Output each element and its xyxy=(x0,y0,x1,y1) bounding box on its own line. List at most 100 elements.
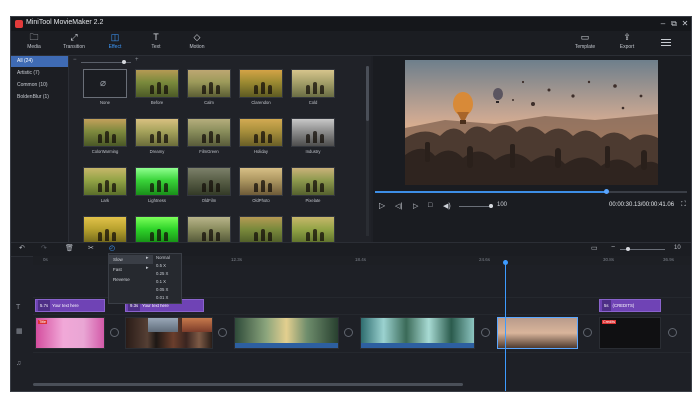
effect-thumb-none[interactable]: ⌀ xyxy=(83,69,127,98)
tab-motion[interactable]: ◇ Motion xyxy=(180,33,214,53)
figure-silhouette xyxy=(254,134,258,143)
credits-clip[interactable]: 5s (CREDITS) xyxy=(599,299,661,312)
figure-silhouette xyxy=(306,134,310,143)
transition-slot-icon[interactable] xyxy=(110,328,119,337)
effects-scrollbar[interactable] xyxy=(366,66,369,236)
effect-thumb-lark[interactable] xyxy=(83,167,127,196)
video-clip-balloons[interactable] xyxy=(497,317,578,349)
tab-media[interactable]: 🗀 Media xyxy=(17,33,51,53)
effect-thumb-oldfilm[interactable] xyxy=(187,167,231,196)
effect-thumb-colorwarming[interactable] xyxy=(83,118,127,147)
effect-thumb-lightness[interactable] xyxy=(135,167,179,196)
speed-option[interactable]: 0.5 X xyxy=(153,262,181,270)
play-icon[interactable]: ▷ xyxy=(379,201,385,210)
transition-slot-icon[interactable] xyxy=(481,328,490,337)
app-title: MiniTool MovieMaker 2.2 xyxy=(26,19,104,26)
motion-icon: ◇ xyxy=(193,32,201,42)
zoom-out-icon[interactable]: − xyxy=(611,244,615,251)
effect-thumb-pixelate[interactable] xyxy=(291,167,335,196)
tab-transition[interactable]: ⤢ Transition xyxy=(57,33,91,53)
export-button[interactable]: ⇪ Export xyxy=(610,33,644,53)
figure-silhouette xyxy=(202,85,206,94)
category-common[interactable]: Common (10) xyxy=(11,80,68,91)
figure-silhouette xyxy=(164,232,168,241)
progress-knob[interactable] xyxy=(603,189,609,194)
effect-thumb-item[interactable] xyxy=(291,216,335,245)
effect-thumb-cold[interactable] xyxy=(291,69,335,98)
effect-label: Lark xyxy=(100,198,110,203)
video-clip-title[interactable]: Title xyxy=(35,317,105,349)
stop-icon[interactable]: □ xyxy=(428,202,432,209)
music-track-icon: ♫ xyxy=(16,360,22,367)
effect-thumb-industry[interactable] xyxy=(291,118,335,147)
effect-thumb-clarendon[interactable] xyxy=(239,69,283,98)
figure-silhouette xyxy=(320,183,324,192)
redo-icon[interactable]: ↷ xyxy=(41,244,47,252)
playback-progress[interactable] xyxy=(375,189,687,194)
figure-silhouette xyxy=(157,229,161,241)
timeline-scrollbar[interactable] xyxy=(33,383,463,386)
video-clip-credits[interactable]: Credits xyxy=(599,317,661,349)
transition-slot-icon[interactable] xyxy=(218,328,227,337)
folder-icon: 🗀 xyxy=(29,32,39,42)
figure-silhouette xyxy=(112,134,116,143)
hamburger-icon[interactable] xyxy=(661,39,671,46)
speed-option[interactable]: 0.1 X xyxy=(153,278,181,286)
fit-icon[interactable]: ▭ xyxy=(591,244,598,252)
effect-thumb-item[interactable] xyxy=(239,216,283,245)
effect-label: Pixelate xyxy=(305,198,321,203)
template-icon: ▭ xyxy=(580,32,590,42)
fullscreen-icon[interactable]: ⛶ xyxy=(681,201,686,209)
thumb-size-slider[interactable]: − + xyxy=(73,57,173,66)
effect-thumb-item[interactable] xyxy=(83,216,127,245)
delete-icon[interactable]: 🗑 xyxy=(65,244,74,252)
effect-thumb-filmgreen[interactable] xyxy=(187,118,231,147)
effect-thumb-oldphoto[interactable] xyxy=(239,167,283,196)
transition-slot-icon[interactable] xyxy=(583,328,592,337)
transition-slot-icon[interactable] xyxy=(668,328,677,337)
category-artistic[interactable]: Artistic (7) xyxy=(11,68,68,79)
volume-icon[interactable]: ◀) xyxy=(443,202,451,210)
speed-option[interactable]: 0.25 X xyxy=(153,270,181,278)
slider-knob[interactable] xyxy=(122,60,126,64)
close-button[interactable]: ✕ xyxy=(679,18,691,30)
playhead[interactable] xyxy=(503,260,508,391)
video-track-icon: ▦ xyxy=(16,328,23,335)
effect-thumb-item[interactable] xyxy=(135,216,179,245)
speed-option[interactable]: 0.05 X xyxy=(153,286,181,294)
split-icon[interactable]: ✂ xyxy=(88,244,94,252)
figure-silhouette xyxy=(320,134,324,143)
video-clip-forest[interactable] xyxy=(234,317,339,349)
prev-frame-icon[interactable]: ◁| xyxy=(395,202,402,210)
effect-thumb-before[interactable] xyxy=(135,69,179,98)
volume-slider[interactable] xyxy=(459,204,493,208)
figure-silhouette xyxy=(150,183,154,192)
tab-text[interactable]: T Text xyxy=(139,33,173,53)
transition-slot-icon[interactable] xyxy=(344,328,353,337)
template-button[interactable]: ▭ Template xyxy=(568,33,602,53)
ruler-label: 12.3s xyxy=(231,257,243,262)
timeline-zoom-slider[interactable] xyxy=(620,247,665,251)
tab-effect[interactable]: ◫ Effect xyxy=(98,33,132,53)
effect-thumb-item[interactable] xyxy=(187,216,231,245)
speed-icon[interactable]: ◴ xyxy=(109,244,115,252)
video-clip-waterfall[interactable] xyxy=(360,317,475,349)
effect-thumb-holiday[interactable] xyxy=(239,118,283,147)
speed-option[interactable]: Normal xyxy=(153,254,181,262)
figure-silhouette xyxy=(209,180,213,192)
title-clip[interactable]: 5.7s Your text here xyxy=(35,299,105,312)
figure-silhouette xyxy=(105,229,109,241)
figure-silhouette xyxy=(209,131,213,143)
undo-icon[interactable]: ↶ xyxy=(19,244,25,252)
video-clip-lanterns[interactable] xyxy=(125,317,213,349)
category-all[interactable]: All (24) xyxy=(11,56,68,67)
figure-silhouette xyxy=(150,232,154,241)
figure-silhouette xyxy=(216,183,220,192)
speed-reverse[interactable]: Reverse xyxy=(109,275,153,284)
speed-option[interactable]: 0.01 X xyxy=(153,294,181,302)
effect-thumb-dreamy[interactable] xyxy=(135,118,179,147)
effect-thumb-calm[interactable] xyxy=(187,69,231,98)
figure-silhouette xyxy=(313,82,317,94)
next-frame-icon[interactable]: ▷ xyxy=(413,202,418,210)
category-boldenblur[interactable]: BoldenBlur (1) xyxy=(11,92,68,103)
